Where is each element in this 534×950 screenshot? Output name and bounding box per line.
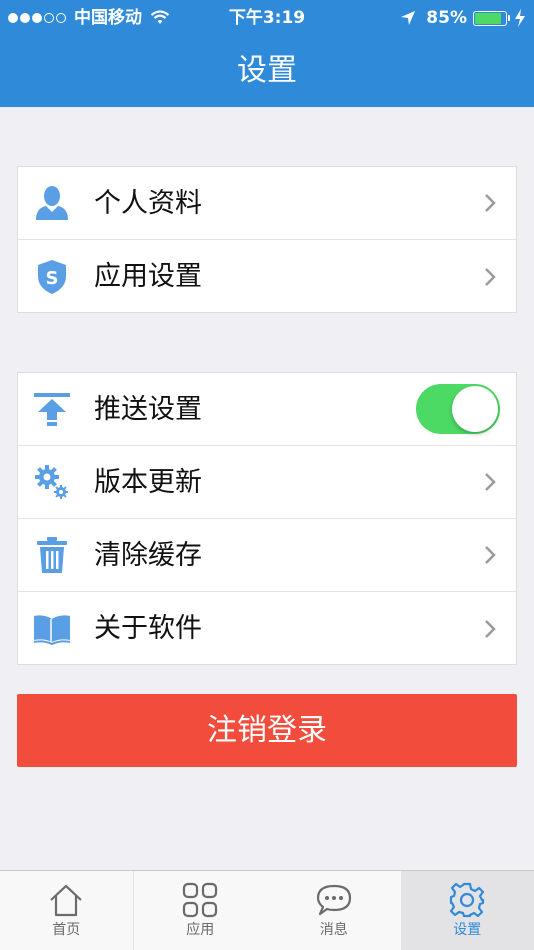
chevron-right-icon	[485, 473, 496, 491]
settings-row-profile[interactable]: 个人资料	[18, 167, 516, 240]
user-icon	[32, 183, 72, 223]
status-bar: 中国移动 下午3:19 85%	[0, 0, 534, 36]
settings-row-label: 版本更新	[94, 467, 202, 498]
message-bubble-icon	[316, 884, 351, 916]
settings-row-about[interactable]: 关于软件	[18, 592, 516, 665]
shield-s-icon: S	[32, 257, 72, 297]
settings-row-label: 关于软件	[94, 613, 202, 644]
chevron-right-icon	[485, 194, 496, 212]
settings-row-label: 推送设置	[94, 394, 202, 425]
push-upload-icon	[32, 389, 72, 429]
logout-button[interactable]: 注销登录	[17, 694, 517, 767]
gears-icon	[32, 462, 72, 502]
header: 中国移动 下午3:19 85% 设置	[0, 0, 534, 107]
battery-percent: 85%	[426, 8, 467, 28]
chevron-right-icon	[485, 267, 496, 286]
settings-group-general: 推送设置 版本更新 清除缓存 关于软件	[17, 372, 517, 665]
trash-icon	[32, 535, 72, 575]
home-icon	[50, 884, 83, 917]
tab-bar: 首页 应用 消息 设置	[0, 870, 534, 950]
battery-icon	[473, 10, 507, 26]
settings-row-version-update[interactable]: 版本更新	[18, 446, 516, 519]
tab-messages[interactable]: 消息	[267, 871, 401, 950]
settings-group-profile: 个人资料 S 应用设置	[17, 166, 517, 313]
settings-row-label: 个人资料	[94, 188, 202, 219]
settings-row-push: 推送设置	[18, 373, 516, 446]
apps-grid-icon	[183, 882, 218, 918]
tab-home[interactable]: 首页	[0, 871, 134, 950]
chevron-right-icon	[485, 619, 496, 638]
tab-label: 消息	[319, 922, 348, 938]
page-title: 设置	[237, 53, 297, 88]
tab-label: 设置	[453, 922, 482, 938]
tab-label: 首页	[52, 922, 81, 938]
toggle-knob	[452, 386, 498, 432]
tab-settings[interactable]: 设置	[400, 871, 534, 950]
settings-row-label: 应用设置	[94, 261, 202, 292]
chevron-right-icon	[485, 546, 496, 564]
push-toggle[interactable]	[416, 384, 500, 434]
charging-bolt-icon	[515, 9, 525, 27]
settings-row-app-settings[interactable]: S 应用设置	[18, 240, 516, 313]
tab-label: 应用	[186, 922, 215, 938]
settings-row-label: 清除缓存	[94, 540, 202, 571]
settings-row-clear-cache[interactable]: 清除缓存	[18, 519, 516, 592]
svg-text:S: S	[46, 268, 59, 289]
gear-icon	[450, 882, 485, 918]
location-arrow-icon	[401, 11, 416, 25]
tab-apps[interactable]: 应用	[134, 871, 268, 950]
book-icon	[32, 609, 72, 649]
